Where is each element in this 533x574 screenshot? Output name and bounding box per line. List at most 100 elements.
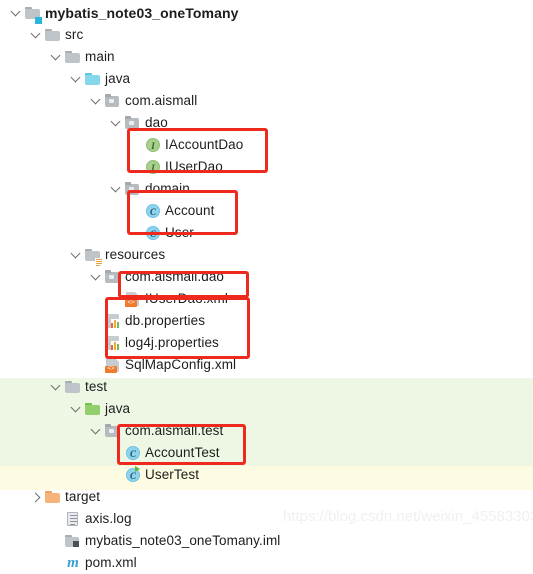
tree-row-label: resources	[105, 247, 166, 262]
tree-row[interactable]: src	[0, 24, 533, 46]
tree-row[interactable]: com.aismall	[0, 90, 533, 112]
tree-row[interactable]: C AccountTest	[0, 442, 533, 464]
tree-row-label: db.properties	[125, 313, 206, 328]
chevron-down-icon[interactable]	[48, 376, 64, 398]
tree-row-label: test	[85, 379, 108, 394]
class-icon: C	[124, 442, 142, 464]
tree-row[interactable]: I IAccountDao	[0, 134, 533, 156]
tree-row-label: com.aismall	[125, 93, 198, 108]
tree-row[interactable]: I IUserDao	[0, 156, 533, 178]
properties-file-icon	[104, 310, 122, 332]
resources-folder-icon	[84, 244, 103, 267]
xml-file-icon	[124, 288, 142, 310]
tree-row[interactable]: C User	[0, 222, 533, 244]
tree-row[interactable]: SqlMapConfig.xml	[0, 354, 533, 376]
tree-row[interactable]: java	[0, 398, 533, 420]
properties-file-icon	[104, 332, 122, 354]
tree-row-label: IUserDao.xml	[145, 291, 228, 306]
tree-row[interactable]: resources	[0, 244, 533, 267]
csdn-watermark: https://blog.csdn.net/weixin_45583303	[283, 508, 533, 525]
chevron-down-icon[interactable]	[68, 398, 84, 420]
tree-row[interactable]: C UserTest	[0, 464, 533, 486]
class-runnable-icon: C	[124, 464, 142, 486]
tree-row[interactable]: test	[0, 376, 533, 398]
tree-row-label: Account	[165, 203, 215, 218]
tree-row[interactable]: C Account	[0, 200, 533, 222]
tree-row-label: User	[165, 225, 194, 240]
tree-row[interactable]: com.aismall.test	[0, 420, 533, 442]
package-icon	[124, 112, 142, 134]
tree-row[interactable]: main	[0, 46, 533, 68]
maven-file-icon: m	[67, 555, 79, 571]
chevron-down-icon[interactable]	[108, 178, 124, 200]
tree-row-label: java	[105, 401, 131, 416]
chevron-right-icon[interactable]	[28, 486, 44, 508]
chevron-down-icon[interactable]	[88, 266, 104, 288]
interface-icon: I	[144, 134, 162, 156]
folder-orange-icon	[44, 486, 62, 508]
tree-row-label: dao	[145, 115, 168, 130]
folder-gray-icon	[64, 46, 82, 68]
tree-row-label: java	[105, 71, 131, 86]
tree-row-label: axis.log	[85, 511, 132, 526]
tree-row-label: mybatis_note03_oneTomany.iml	[85, 533, 281, 548]
chevron-down-icon[interactable]	[88, 420, 104, 442]
tree-row[interactable]: db.properties	[0, 310, 533, 332]
chevron-down-icon[interactable]	[68, 68, 84, 90]
tree-row[interactable]: com.aismall.dao	[0, 266, 533, 288]
chevron-down-icon[interactable]	[68, 244, 84, 266]
tree-row[interactable]: IUserDao.xml	[0, 288, 533, 310]
iml-file-icon	[64, 530, 82, 552]
tree-row[interactable]: log4j.properties	[0, 332, 533, 354]
chevron-down-icon[interactable]	[108, 112, 124, 134]
tree-row-label: log4j.properties	[125, 335, 219, 350]
chevron-down-icon[interactable]	[8, 2, 24, 24]
folder-cyan-icon	[84, 68, 102, 90]
tree-row-label: main	[85, 49, 115, 64]
tree-row[interactable]: m pom.xml	[0, 552, 533, 574]
tree-row-label: UserTest	[145, 467, 200, 482]
class-icon: C	[144, 222, 162, 244]
tree-row-label: com.aismall.dao	[125, 269, 225, 284]
folder-gray-icon	[44, 24, 62, 46]
tree-row[interactable]: mybatis_note03_oneTomany.iml	[0, 530, 533, 552]
class-icon: C	[144, 200, 162, 222]
tree-row-label: IAccountDao	[165, 137, 244, 152]
xml-file-icon	[104, 354, 122, 376]
interface-icon: I	[144, 156, 162, 178]
log-file-icon	[64, 508, 82, 530]
project-file-tree[interactable]: mybatis_note03_oneTomanysrc main java com.a…	[0, 0, 533, 574]
folder-gray-icon	[64, 376, 82, 398]
package-icon	[104, 90, 122, 112]
package-icon	[104, 266, 122, 288]
tree-row-label: com.aismall.test	[125, 423, 224, 438]
tree-row[interactable]: domain	[0, 178, 533, 200]
package-icon	[124, 178, 142, 200]
tree-row[interactable]: mybatis_note03_oneTomany	[0, 2, 533, 24]
tree-row[interactable]: java	[0, 68, 533, 90]
chevron-down-icon[interactable]	[48, 46, 64, 68]
tree-row-label: IUserDao	[165, 159, 223, 174]
package-icon	[104, 420, 122, 442]
tree-row-label: mybatis_note03_oneTomany	[45, 5, 239, 21]
project-folder-icon	[24, 2, 42, 24]
folder-green-icon	[84, 398, 102, 420]
chevron-down-icon[interactable]	[28, 24, 44, 46]
tree-row[interactable]: target	[0, 486, 533, 508]
tree-row[interactable]: dao	[0, 112, 533, 134]
tree-row-label: src	[65, 27, 84, 42]
tree-row-label: target	[65, 489, 101, 504]
chevron-down-icon[interactable]	[88, 90, 104, 112]
